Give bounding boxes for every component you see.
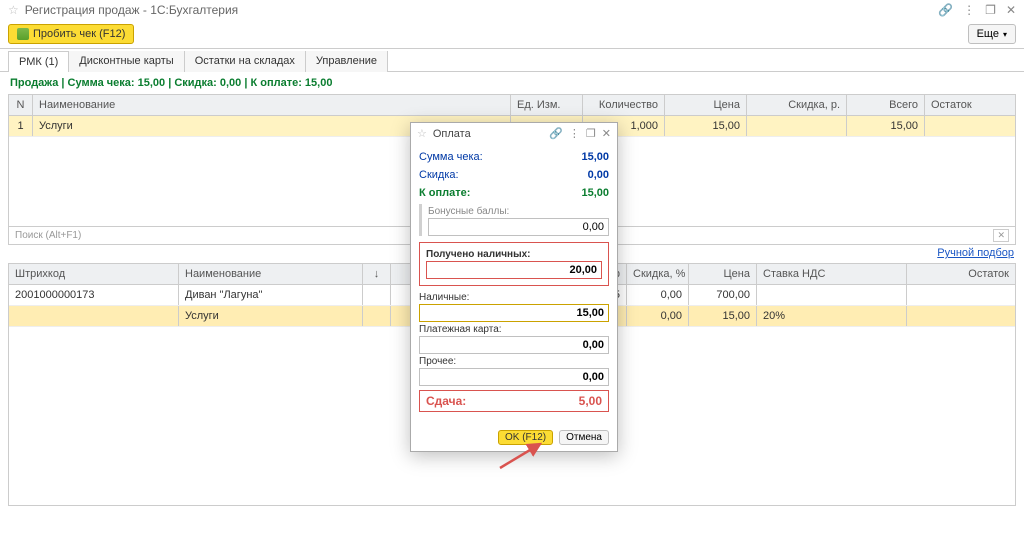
receipt-icon	[17, 28, 29, 40]
modal-restore-icon[interactable]: ❐	[586, 127, 596, 140]
cash-label: Наличные:	[419, 290, 609, 304]
cancel-button[interactable]: Отмена	[559, 430, 609, 445]
other-input[interactable]	[419, 368, 609, 386]
clear-search-button[interactable]: ✕	[993, 229, 1009, 242]
modal-star-icon[interactable]: ☆	[417, 127, 427, 140]
change-label: Сдача:	[426, 394, 466, 408]
col-discount[interactable]: Скидка, р.	[747, 95, 847, 115]
col-unit[interactable]: Ед. Изм.	[511, 95, 583, 115]
tabs: РМК (1) Дисконтные карты Остатки на скла…	[0, 48, 1024, 72]
close-icon[interactable]: ✕	[1006, 3, 1016, 17]
tab-stock[interactable]: Остатки на складах	[184, 51, 306, 72]
window-title: Регистрация продаж - 1С:Бухгалтерия	[25, 3, 238, 17]
modal-menu-icon[interactable]: ⋮	[569, 127, 580, 140]
col-catalog-price[interactable]: Цена	[689, 264, 757, 284]
modal-title: Оплата	[433, 128, 471, 140]
check-sum-label: Сумма чека:	[419, 151, 483, 163]
col-vat[interactable]: Ставка НДС	[757, 264, 907, 284]
discount-value: 0,00	[588, 169, 609, 181]
more-button[interactable]: Еще ▾	[968, 24, 1016, 44]
bonus-input[interactable]	[428, 218, 609, 236]
check-sum-value: 15,00	[581, 151, 609, 163]
col-product-name[interactable]: Наименование	[179, 264, 363, 284]
modal-link-icon[interactable]: 🔗	[549, 127, 563, 140]
col-stock[interactable]: Остаток	[925, 95, 1001, 115]
bonus-label: Бонусные баллы:	[428, 204, 609, 218]
main-toolbar: Пробить чек (F12) Еще ▾	[0, 20, 1024, 48]
col-price[interactable]: Цена	[665, 95, 747, 115]
ok-button[interactable]: OK (F12)	[498, 430, 553, 445]
col-discount-pct[interactable]: Скидка, %	[627, 264, 689, 284]
to-pay-value: 15,00	[581, 187, 609, 199]
to-pay-label: К оплате:	[419, 187, 470, 199]
tab-rmk[interactable]: РМК (1)	[8, 51, 69, 72]
window-titlebar: ☆ Регистрация продаж - 1С:Бухгалтерия 🔗 …	[0, 0, 1024, 20]
discount-label: Скидка:	[419, 169, 459, 181]
col-sort-indicator[interactable]: ↓	[363, 264, 391, 284]
chevron-down-icon: ▾	[1003, 30, 1007, 39]
received-cash-label: Получено наличных:	[426, 247, 602, 261]
change-value: 5,00	[579, 394, 602, 408]
col-qty[interactable]: Количество	[583, 95, 665, 115]
link-icon[interactable]: 🔗	[938, 3, 953, 17]
col-n[interactable]: N	[9, 95, 33, 115]
col-catalog-stock[interactable]: Остаток	[907, 264, 1015, 284]
payment-modal: ☆ Оплата 🔗 ⋮ ❐ ✕ Сумма чека: 15,00 Скидк…	[410, 122, 618, 452]
menu-icon[interactable]: ⋮	[963, 3, 975, 17]
modal-close-icon[interactable]: ✕	[602, 127, 611, 140]
search-placeholder: Поиск (Alt+F1)	[15, 230, 81, 241]
punch-check-label: Пробить чек (F12)	[33, 28, 125, 40]
tab-discount-cards[interactable]: Дисконтные карты	[68, 51, 184, 72]
col-total[interactable]: Всего	[847, 95, 925, 115]
card-input[interactable]	[419, 336, 609, 354]
received-cash-input[interactable]	[426, 261, 602, 279]
card-label: Платежная карта:	[419, 322, 609, 336]
punch-check-button[interactable]: Пробить чек (F12)	[8, 24, 134, 44]
other-label: Прочее:	[419, 354, 609, 368]
favorite-star-icon[interactable]: ☆	[8, 3, 19, 17]
cash-input[interactable]	[419, 304, 609, 322]
summary-line: Продажа | Сумма чека: 15,00 | Скидка: 0,…	[0, 72, 1024, 94]
modal-titlebar: ☆ Оплата 🔗 ⋮ ❐ ✕	[411, 123, 617, 144]
restore-icon[interactable]: ❐	[985, 3, 996, 17]
items-grid-header: N Наименование Ед. Изм. Количество Цена …	[9, 95, 1015, 116]
col-barcode[interactable]: Штрихкод	[9, 264, 179, 284]
tab-management[interactable]: Управление	[305, 51, 388, 72]
col-name[interactable]: Наименование	[33, 95, 511, 115]
